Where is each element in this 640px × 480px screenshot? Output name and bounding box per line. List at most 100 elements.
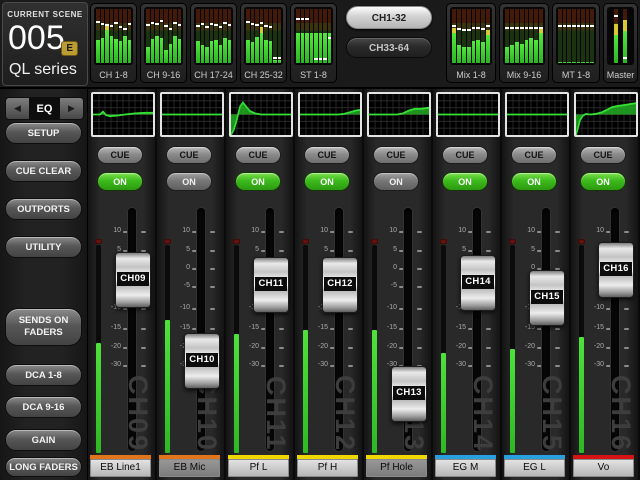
meter-bar: [255, 9, 259, 63]
meter-bar: [128, 9, 132, 63]
fader-cap[interactable]: CH11: [253, 257, 289, 313]
scale-tick: [417, 308, 422, 310]
meter-bar: [590, 9, 594, 63]
long-faders-button[interactable]: LONG FADERS: [5, 457, 82, 477]
meter-block-ch-17-24[interactable]: CH 17-24: [190, 3, 237, 83]
on-button[interactable]: ON: [304, 172, 350, 191]
meter-bar: [305, 9, 309, 63]
bank-button-ch1-32[interactable]: CH1-32: [346, 6, 432, 29]
channel-name-label[interactable]: Pf H: [297, 459, 358, 477]
cue-button[interactable]: CUE: [442, 146, 488, 164]
meter-block-mix-1-8[interactable]: Mix 1-8: [446, 3, 496, 83]
fader-scale-label: -15: [226, 324, 259, 332]
fader-cap[interactable]: CH14: [460, 255, 496, 311]
cue-button[interactable]: CUE: [304, 146, 350, 164]
fader-area: 1050-5-10-15-20-30CH16CH16: [571, 201, 638, 453]
fader-cap-label: CH16: [600, 262, 632, 276]
cue-button[interactable]: CUE: [580, 146, 626, 164]
meter-block-ch-9-16[interactable]: CH 9-16: [140, 3, 187, 83]
meter-bar: [572, 9, 576, 63]
meter-bar: [486, 9, 490, 63]
cue-button[interactable]: CUE: [511, 146, 557, 164]
channel-strip-ch10: CUEON1050-5-10-15-20-30CH10CH10EB Mic: [157, 89, 226, 480]
channel-name-label[interactable]: Pf Hole: [366, 459, 427, 477]
meter-bar: [310, 9, 314, 63]
meter-bar: [520, 9, 524, 63]
meter-bar: [205, 9, 209, 63]
eq-curve-thumbnail[interactable]: [229, 92, 293, 137]
meter-window: [244, 7, 283, 65]
on-button[interactable]: ON: [373, 172, 419, 191]
meter-block-ch-1-8[interactable]: CH 1-8: [90, 3, 137, 83]
channel-name-label[interactable]: Vo: [573, 459, 634, 477]
cue-button[interactable]: CUE: [235, 146, 281, 164]
outports-button[interactable]: OUTPORTS: [5, 198, 82, 220]
eq-curve-thumbnail[interactable]: [160, 92, 224, 137]
scale-tick: [348, 231, 353, 233]
dca-9-16-button[interactable]: DCA 9-16: [5, 396, 82, 418]
on-button[interactable]: ON: [580, 172, 626, 191]
meter-bar: [151, 9, 155, 63]
channel-name-label[interactable]: EG M: [435, 459, 496, 477]
eq-curve-thumbnail[interactable]: [574, 92, 638, 137]
channel-name-label[interactable]: EG L: [504, 459, 565, 477]
fader-cap[interactable]: CH09: [115, 252, 151, 308]
meter-bar: [319, 9, 323, 63]
on-button[interactable]: ON: [97, 172, 143, 191]
setup-button[interactable]: SETUP: [5, 122, 82, 144]
scale-tick: [210, 231, 215, 233]
scale-tick: [141, 365, 146, 367]
fader-cap[interactable]: CH13: [391, 366, 427, 422]
cue-button[interactable]: CUE: [97, 146, 143, 164]
meter-block-st-1-8[interactable]: ST 1-8: [290, 3, 337, 83]
meter-block-mix-9-16[interactable]: Mix 9-16: [499, 3, 549, 83]
eq-curve-thumbnail[interactable]: [91, 92, 155, 137]
view-prev-arrow-button[interactable]: ◀: [6, 98, 29, 119]
eq-curve-thumbnail[interactable]: [436, 92, 500, 137]
fader-scale-label: -10: [364, 304, 397, 312]
sidebar: ◀ EQ ▶ SETUP CUE CLEAR OUTPORTS UTILITY …: [0, 89, 88, 480]
scale-tick: [486, 231, 491, 233]
scale-tick: [486, 328, 491, 330]
peak-led: [302, 239, 309, 244]
eq-curve-thumbnail[interactable]: [367, 92, 431, 137]
channel-meter-fill: [579, 337, 584, 453]
dca-1-8-button[interactable]: DCA 1-8: [5, 364, 82, 386]
utility-button[interactable]: UTILITY: [5, 236, 82, 258]
fader-cap[interactable]: CH16: [598, 242, 634, 298]
on-button[interactable]: ON: [235, 172, 281, 191]
channel-name-label[interactable]: EB Line1: [90, 459, 151, 477]
sends-on-faders-button[interactable]: SENDS ON FADERS: [5, 308, 82, 346]
meter-bar: [539, 9, 543, 63]
fader-cap[interactable]: CH10: [184, 333, 220, 389]
fader-scale-label: -20: [502, 343, 535, 351]
eq-curve-thumbnail[interactable]: [298, 92, 362, 137]
eq-curve-thumbnail[interactable]: [505, 92, 569, 137]
cue-button[interactable]: CUE: [373, 146, 419, 164]
cue-button[interactable]: CUE: [166, 146, 212, 164]
view-next-arrow-button[interactable]: ▶: [60, 98, 83, 119]
fader-scale-label: -10: [571, 304, 604, 312]
meter-bar: [260, 9, 264, 63]
gain-button[interactable]: GAIN: [5, 429, 82, 451]
bank-button-ch33-64[interactable]: CH33-64: [346, 37, 432, 58]
meter-block-master[interactable]: Master: [603, 3, 638, 83]
channel-watermark: CH12: [329, 375, 360, 452]
meter-bar: [586, 9, 590, 63]
fader-area: 1050-5-10-15-20-30CH11CH11: [226, 201, 293, 453]
cue-clear-button[interactable]: CUE CLEAR: [5, 160, 82, 182]
on-button[interactable]: ON: [442, 172, 488, 191]
meter-bar: [273, 9, 277, 63]
channel-name-label[interactable]: Pf L: [228, 459, 289, 477]
fader-cap[interactable]: CH12: [322, 257, 358, 313]
channel-name-label[interactable]: EB Mic: [159, 459, 220, 477]
meter-bar: [472, 9, 476, 63]
on-button[interactable]: ON: [166, 172, 212, 191]
peak-led: [233, 239, 240, 244]
meter-block-ch-25-32[interactable]: CH 25-32: [240, 3, 287, 83]
meter-bar: [251, 9, 255, 63]
meter-block-mt-1-8[interactable]: MT 1-8: [552, 3, 600, 83]
on-button[interactable]: ON: [511, 172, 557, 191]
fader-cap[interactable]: CH15: [529, 270, 565, 326]
meter-bar: [505, 9, 509, 63]
